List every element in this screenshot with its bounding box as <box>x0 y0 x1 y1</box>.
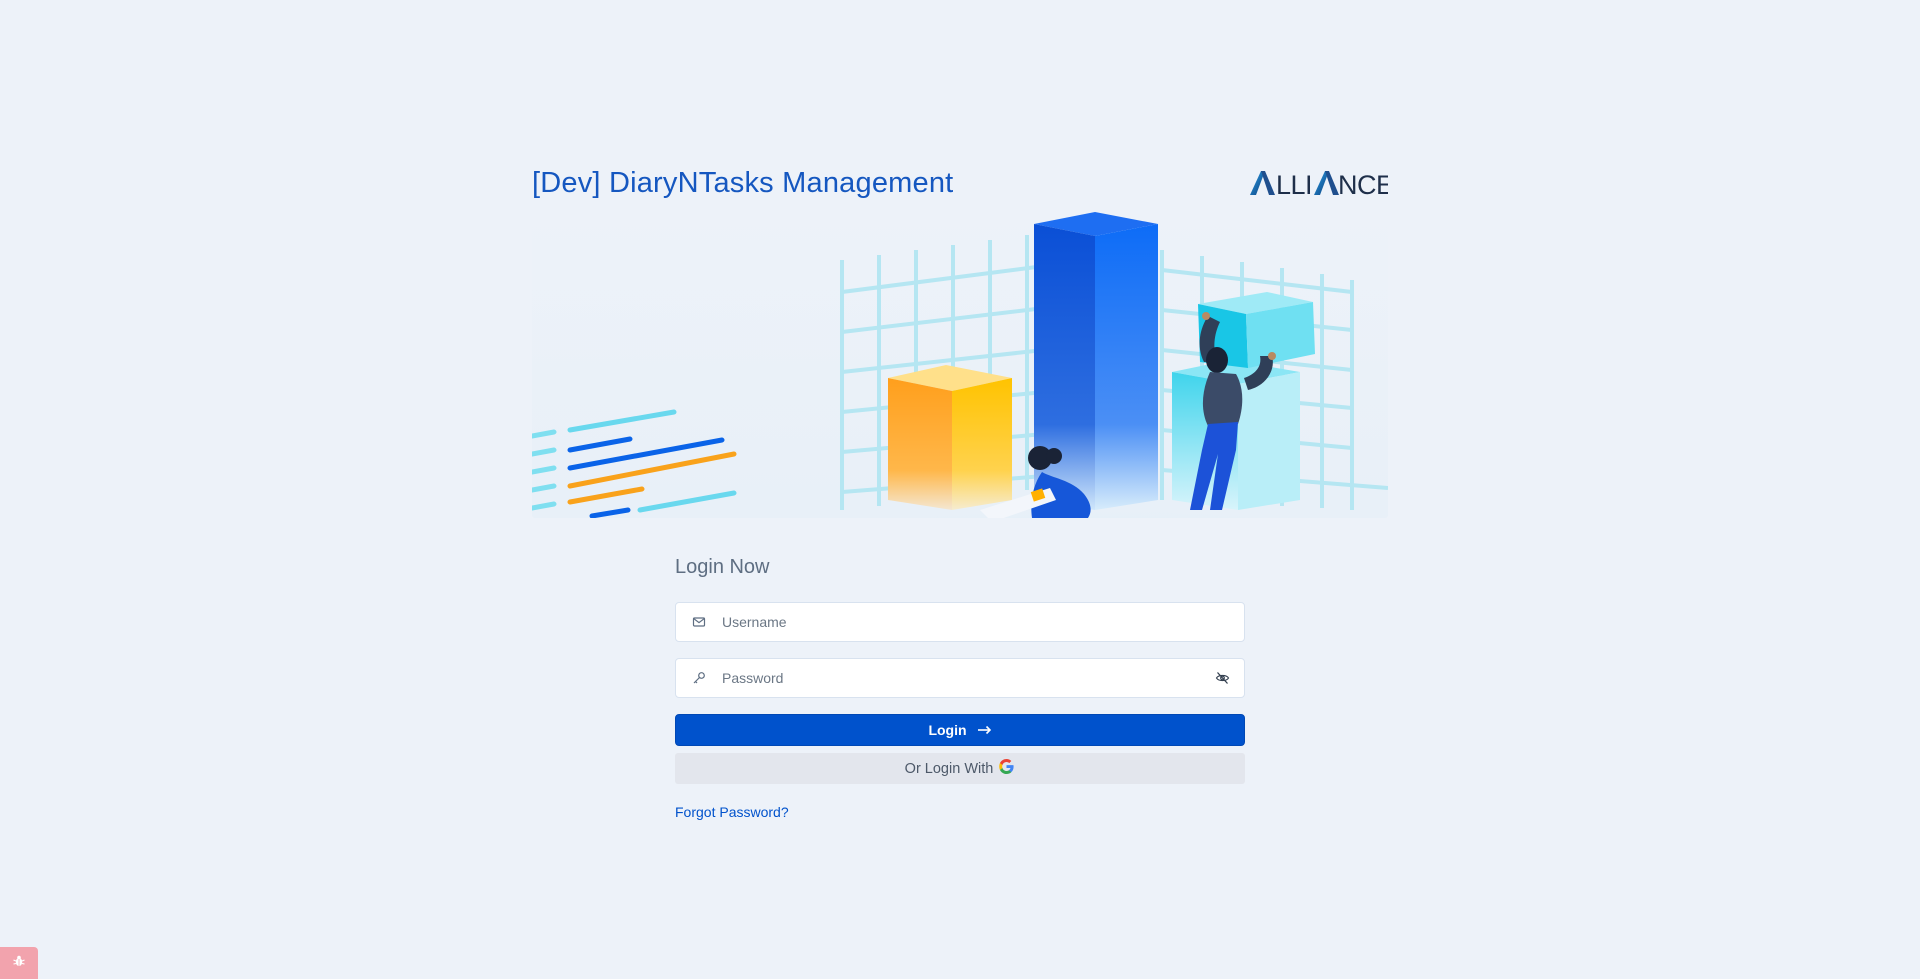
username-input[interactable] <box>722 604 1244 640</box>
username-field[interactable] <box>675 602 1245 642</box>
password-input[interactable] <box>722 660 1200 696</box>
header: [Dev] DiaryNTasks Management LLI NCE <box>532 160 1388 206</box>
key-icon <box>676 671 722 685</box>
eye-slash-icon[interactable] <box>1200 671 1244 685</box>
login-button-label: Login <box>928 722 967 738</box>
password-field[interactable] <box>675 658 1245 698</box>
login-heading: Login Now <box>675 556 770 578</box>
svg-text:LLI: LLI <box>1276 170 1312 198</box>
arrow-right-icon <box>977 722 992 738</box>
debug-toolbar-toggle[interactable] <box>0 947 38 979</box>
page-title: [Dev] DiaryNTasks Management <box>532 166 954 199</box>
login-button[interactable]: Login <box>675 714 1245 746</box>
hero-illustration <box>532 210 1388 518</box>
google-login-button[interactable]: Or Login With <box>675 753 1245 784</box>
svg-text:NCE: NCE <box>1338 170 1388 198</box>
envelope-icon <box>676 615 722 629</box>
login-form: Login Now Username Login Or Login With F… <box>675 548 1245 822</box>
bug-icon <box>12 954 26 973</box>
login-page: [Dev] DiaryNTasks Management LLI NCE Log… <box>0 0 1920 979</box>
google-icon <box>998 758 1015 779</box>
alliance-logo: LLI NCE <box>1248 168 1388 198</box>
google-login-label: Or Login With <box>904 760 994 777</box>
forgot-password-link[interactable]: Forgot Password? <box>675 804 789 820</box>
